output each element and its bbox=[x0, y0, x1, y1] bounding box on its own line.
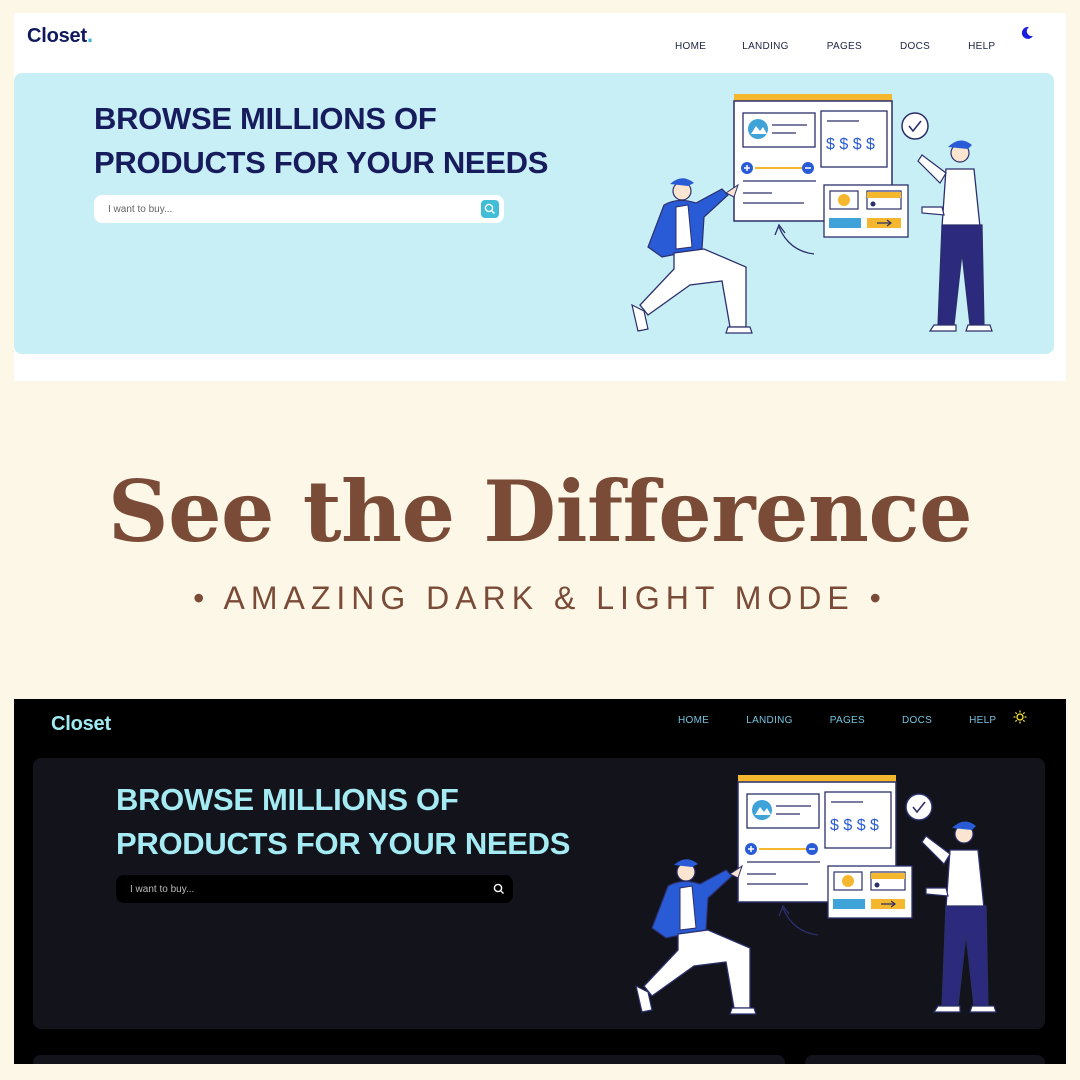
navbar: Closet. HOME LANDING PAGES DOCS HELP bbox=[14, 699, 1066, 759]
search-input[interactable] bbox=[94, 195, 481, 223]
nav-landing[interactable]: LANDING bbox=[742, 41, 789, 52]
nav-pages[interactable]: PAGES bbox=[830, 715, 865, 726]
brand-logo[interactable]: Closet. bbox=[27, 22, 93, 48]
subtitle: • AMAZING DARK & LIGHT MODE • bbox=[193, 580, 887, 616]
brand-name: Closet bbox=[51, 713, 111, 735]
search-button[interactable] bbox=[490, 880, 508, 898]
main-title: See the Difference bbox=[107, 462, 973, 561]
navbar: Closet. HOME LANDING PAGES DOCS HELP bbox=[14, 13, 1066, 73]
sun-icon[interactable] bbox=[1013, 710, 1027, 724]
next-section-card bbox=[33, 1055, 785, 1064]
headline-line-1: BROWSE MILLIONS OF bbox=[94, 101, 437, 136]
search-input[interactable] bbox=[116, 875, 490, 903]
shopping-illustration bbox=[635, 774, 997, 1015]
brand-dot: . bbox=[86, 22, 93, 47]
brand-logo[interactable]: Closet. bbox=[51, 710, 117, 736]
headline-line-2: PRODUCTS FOR YOUR NEEDS bbox=[116, 826, 571, 861]
search-button[interactable] bbox=[481, 200, 499, 218]
nav-pages[interactable]: PAGES bbox=[827, 41, 862, 52]
search-bar bbox=[116, 875, 513, 903]
headline-line-2: PRODUCTS FOR YOUR NEEDS bbox=[94, 145, 549, 180]
headline-line-1: BROWSE MILLIONS OF bbox=[116, 782, 459, 817]
hero-headline: BROWSE MILLIONS OF PRODUCTS FOR YOUR NEE… bbox=[116, 778, 570, 866]
search-icon bbox=[484, 203, 495, 214]
hero-banner: BROWSE MILLIONS OF PRODUCTS FOR YOUR NEE… bbox=[33, 758, 1045, 1029]
moon-icon[interactable] bbox=[1019, 25, 1035, 41]
shopping-illustration bbox=[631, 93, 993, 334]
brand-name: Closet bbox=[27, 25, 87, 47]
hero-headline: BROWSE MILLIONS OF PRODUCTS FOR YOUR NEE… bbox=[94, 97, 548, 185]
hero-banner: BROWSE MILLIONS OF PRODUCTS FOR YOUR NEE… bbox=[14, 73, 1054, 354]
brand-dot: . bbox=[110, 710, 117, 735]
nav-docs[interactable]: DOCS bbox=[900, 41, 930, 52]
next-section-card bbox=[805, 1055, 1045, 1064]
search-bar bbox=[94, 195, 504, 223]
nav-help[interactable]: HELP bbox=[969, 715, 996, 726]
search-icon bbox=[493, 883, 504, 894]
dark-mode-screenshot: Closet. HOME LANDING PAGES DOCS HELP BRO… bbox=[14, 699, 1066, 1064]
nav-docs[interactable]: DOCS bbox=[902, 715, 932, 726]
light-mode-screenshot: Closet. HOME LANDING PAGES DOCS HELP BRO… bbox=[14, 13, 1066, 381]
nav-home[interactable]: HOME bbox=[675, 41, 706, 52]
nav-landing[interactable]: LANDING bbox=[746, 715, 793, 726]
nav-help[interactable]: HELP bbox=[968, 41, 995, 52]
nav-menu: HOME LANDING PAGES DOCS HELP bbox=[678, 715, 996, 726]
nav-home[interactable]: HOME bbox=[678, 715, 709, 726]
nav-menu: HOME LANDING PAGES DOCS HELP bbox=[675, 41, 995, 52]
